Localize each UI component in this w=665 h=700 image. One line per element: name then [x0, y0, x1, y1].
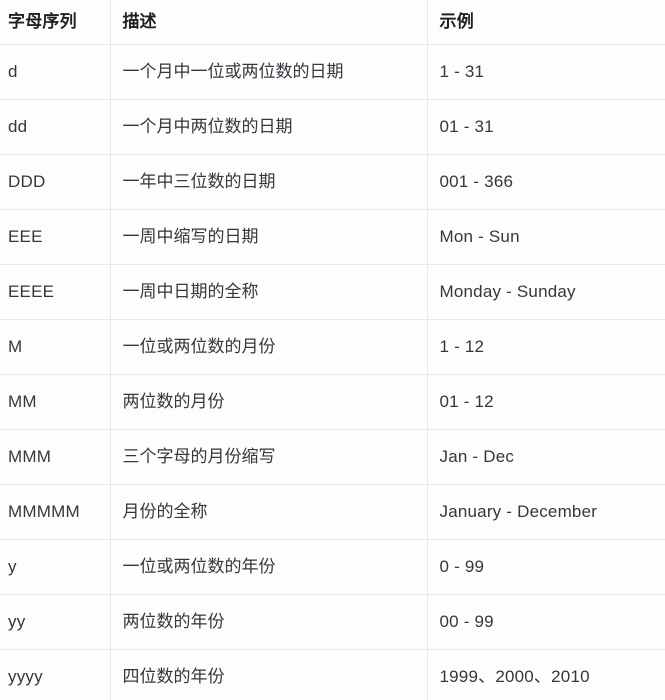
table-row: EEEE 一周中日期的全称 Monday - Sunday [0, 264, 665, 320]
cell-description: 四位数的年份 [110, 649, 428, 700]
cell-example: 001 - 366 [427, 154, 665, 210]
cell-token: yy [0, 594, 111, 650]
table-header-row: 字母序列 描述 示例 [0, 0, 665, 45]
cell-example: 1999、2000、2010 [427, 649, 665, 700]
table-row: MM 两位数的月份 01 - 12 [0, 374, 665, 430]
cell-description: 一个月中一位或两位数的日期 [110, 44, 428, 100]
table-row: EEE 一周中缩写的日期 Mon - Sun [0, 209, 665, 265]
cell-example: 01 - 31 [427, 99, 665, 155]
cell-example: Jan - Dec [427, 429, 665, 485]
cell-description: 一周中日期的全称 [110, 264, 428, 320]
cell-token: MMMMM [0, 484, 111, 540]
cell-token: yyyy [0, 649, 111, 700]
cell-description: 月份的全称 [110, 484, 428, 540]
cell-description: 一位或两位数的年份 [110, 539, 428, 595]
cell-token: MM [0, 374, 111, 430]
cell-example: Monday - Sunday [427, 264, 665, 320]
cell-token: DDD [0, 154, 111, 210]
cell-token: d [0, 44, 111, 100]
cell-token: dd [0, 99, 111, 155]
date-format-table: 字母序列 描述 示例 d 一个月中一位或两位数的日期 1 - 31 dd 一个月中两位数… [0, 0, 665, 700]
cell-example: Mon - Sun [427, 209, 665, 265]
cell-example: 1 - 31 [427, 44, 665, 100]
table-row: y 一位或两位数的年份 0 - 99 [0, 539, 665, 595]
column-header-token: 字母序列 [0, 0, 111, 45]
cell-example: 0 - 99 [427, 539, 665, 595]
column-header-example: 示例 [427, 0, 665, 45]
cell-example: 1 - 12 [427, 319, 665, 375]
cell-token: M [0, 319, 111, 375]
table-row: DDD 一年中三位数的日期 001 - 366 [0, 154, 665, 210]
cell-token: EEEE [0, 264, 111, 320]
cell-example: 01 - 12 [427, 374, 665, 430]
cell-description: 一位或两位数的月份 [110, 319, 428, 375]
cell-description: 三个字母的月份缩写 [110, 429, 428, 485]
column-header-description: 描述 [110, 0, 428, 45]
table-row: yy 两位数的年份 00 - 99 [0, 594, 665, 650]
table-row: d 一个月中一位或两位数的日期 1 - 31 [0, 44, 665, 100]
table-row: MMM 三个字母的月份缩写 Jan - Dec [0, 429, 665, 485]
cell-description: 一周中缩写的日期 [110, 209, 428, 265]
table-row: dd 一个月中两位数的日期 01 - 31 [0, 99, 665, 155]
table-row: M 一位或两位数的月份 1 - 12 [0, 319, 665, 375]
cell-token: y [0, 539, 111, 595]
cell-description: 两位数的月份 [110, 374, 428, 430]
table-header: 字母序列 描述 示例 [0, 0, 665, 45]
cell-example: January - December [427, 484, 665, 540]
cell-description: 一个月中两位数的日期 [110, 99, 428, 155]
table-row: MMMMM 月份的全称 January - December [0, 484, 665, 540]
cell-token: EEE [0, 209, 111, 265]
cell-description: 一年中三位数的日期 [110, 154, 428, 210]
table-body: d 一个月中一位或两位数的日期 1 - 31 dd 一个月中两位数的日期 01 - 31 D… [0, 44, 665, 700]
cell-token: MMM [0, 429, 111, 485]
cell-example: 00 - 99 [427, 594, 665, 650]
cell-description: 两位数的年份 [110, 594, 428, 650]
table-row: yyyy 四位数的年份 1999、2000、2010 [0, 649, 665, 700]
